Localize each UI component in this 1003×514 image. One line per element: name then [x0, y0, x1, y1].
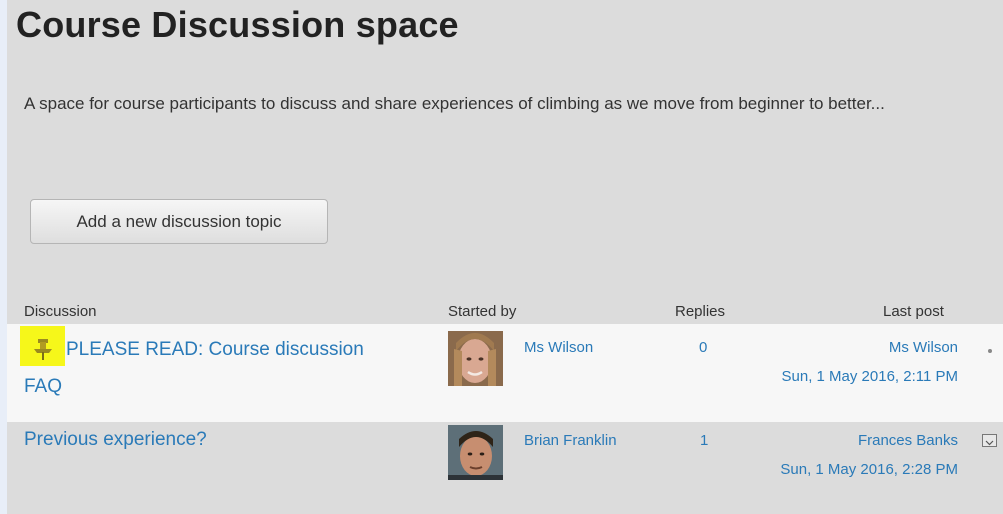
row-marker-dot: [988, 349, 992, 353]
avatar-ms-wilson-image: [448, 331, 503, 386]
author-link-row1[interactable]: Ms Wilson: [524, 339, 593, 356]
menu-toggle-icon[interactable]: [982, 434, 997, 447]
header-replies[interactable]: Replies: [675, 303, 725, 320]
last-post-row2: Frances Banks Sun, 1 May 2016, 2:28 PM: [758, 426, 958, 484]
last-post-date-link-row2[interactable]: Sun, 1 May 2016, 2:28 PM: [758, 455, 958, 484]
replies-link-row1[interactable]: 0: [699, 339, 707, 356]
forum-intro: A space for course participants to discu…: [24, 94, 885, 113]
header-started-by[interactable]: Started by: [448, 303, 516, 320]
header-last-post[interactable]: Last post: [883, 303, 944, 320]
add-discussion-button[interactable]: Add a new discussion topic: [30, 199, 328, 244]
chevron-down-icon: [985, 440, 994, 446]
last-post-row1: Ms Wilson Sun, 1 May 2016, 2:11 PM: [758, 333, 959, 391]
left-edge-strip: [0, 0, 7, 514]
topic-link-faq-line1[interactable]: PLEASE READ: Course discussion: [66, 331, 364, 368]
last-post-author-link-row2[interactable]: Frances Banks: [758, 426, 958, 455]
header-discussion[interactable]: Discussion: [24, 303, 97, 320]
last-post-date-link-row1[interactable]: Sun, 1 May 2016, 2:11 PM: [758, 362, 959, 391]
topic-link-faq-line2[interactable]: FAQ: [24, 368, 62, 405]
pin-icon: [34, 339, 52, 360]
avatar[interactable]: [448, 331, 503, 386]
avatar-brian-franklin-image: [448, 425, 503, 480]
topic-link-previous-experience[interactable]: Previous experience?: [24, 421, 207, 458]
avatar[interactable]: [448, 425, 503, 480]
author-link-row2[interactable]: Brian Franklin: [524, 432, 617, 449]
last-post-author-link-row1[interactable]: Ms Wilson: [758, 333, 958, 362]
page-title: Course Discussion space: [16, 4, 459, 45]
replies-link-row2[interactable]: 1: [700, 432, 708, 449]
